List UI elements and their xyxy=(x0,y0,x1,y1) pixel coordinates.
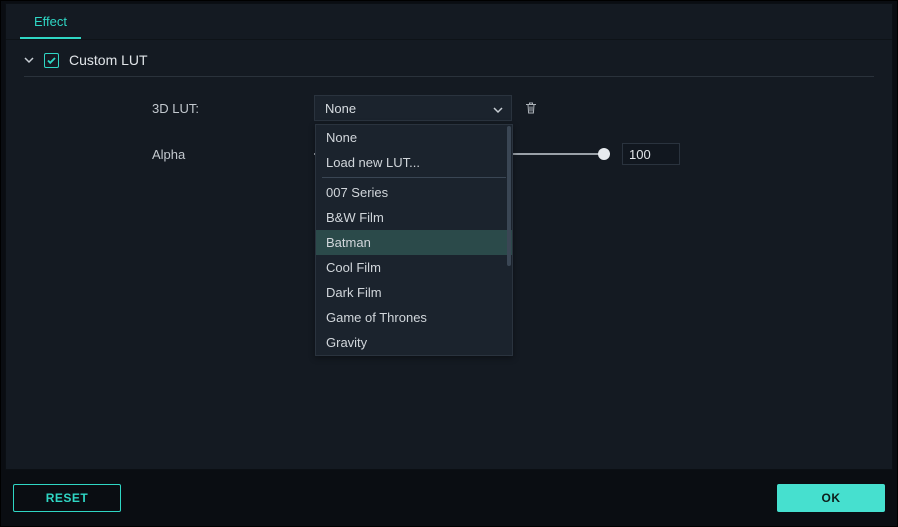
row-3d-lut: 3D LUT: None xyxy=(24,95,874,121)
section-header[interactable]: Custom LUT xyxy=(6,40,892,76)
lut-select[interactable]: None xyxy=(314,95,512,121)
dropdown-item[interactable]: 007 Series xyxy=(316,180,512,205)
dropdown-item[interactable]: Dark Film xyxy=(316,280,512,305)
alpha-input[interactable] xyxy=(622,143,680,165)
dropdown-item[interactable]: Cool Film xyxy=(316,255,512,280)
custom-lut-checkbox[interactable] xyxy=(44,53,59,68)
scrollbar-thumb[interactable] xyxy=(507,126,511,266)
lut-dropdown: NoneLoad new LUT... 007 SeriesB&W FilmBa… xyxy=(315,124,513,356)
ok-button[interactable]: OK xyxy=(777,484,885,512)
label-3d-lut: 3D LUT: xyxy=(24,101,314,116)
section-title: Custom LUT xyxy=(69,52,148,68)
chevron-down-icon xyxy=(24,55,34,65)
dropdown-item[interactable]: Batman xyxy=(316,230,512,255)
trash-icon xyxy=(524,101,538,115)
chevron-down-icon xyxy=(493,103,503,113)
divider xyxy=(322,177,506,178)
footer: RESET OK xyxy=(5,476,893,520)
lut-select-value: None xyxy=(325,101,356,116)
dropdown-item[interactable]: Gravity xyxy=(316,330,512,355)
slider-thumb[interactable] xyxy=(598,148,610,160)
dropdown-item[interactable]: B&W Film xyxy=(316,205,512,230)
form-area: 3D LUT: None Alpha xyxy=(6,77,892,165)
label-alpha: Alpha xyxy=(24,147,314,162)
tab-effect[interactable]: Effect xyxy=(20,10,81,39)
tab-bar: Effect xyxy=(6,4,892,40)
dropdown-item[interactable]: Game of Thrones xyxy=(316,305,512,330)
reset-button[interactable]: RESET xyxy=(13,484,121,512)
effect-panel: Effect Custom LUT 3D LUT: None xyxy=(5,3,893,470)
dropdown-item[interactable]: Load new LUT... xyxy=(316,150,512,175)
dropdown-item[interactable]: None xyxy=(316,125,512,150)
delete-lut-button[interactable] xyxy=(522,99,540,117)
